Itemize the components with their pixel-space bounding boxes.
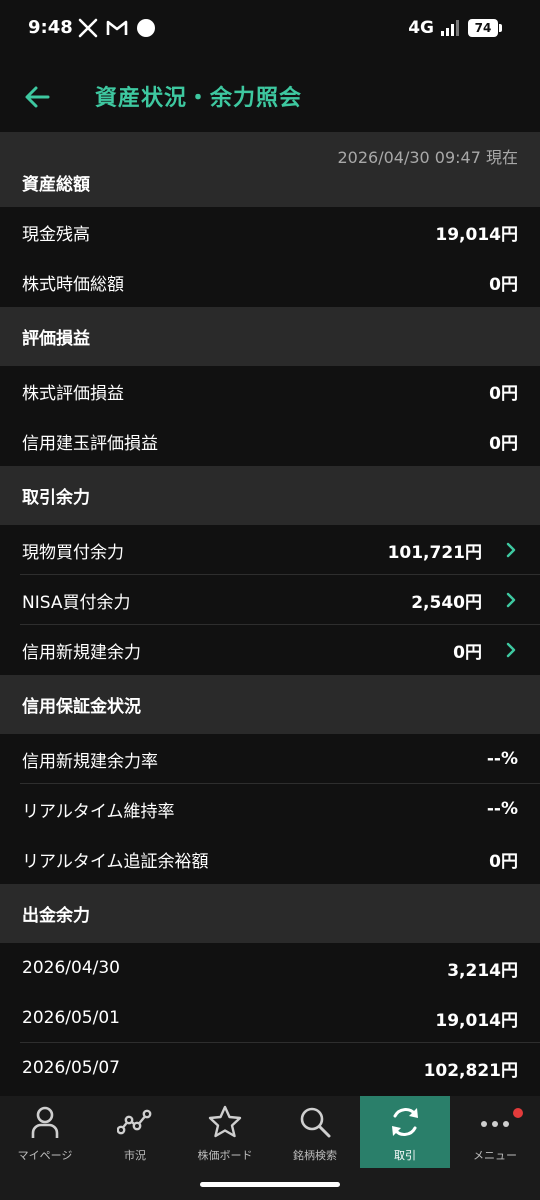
row-withdraw-date: 2026/05/07 102,821円 <box>0 1043 540 1093</box>
row-label: 2026/05/07 <box>22 1058 120 1078</box>
nav-label: 銘柄検索 <box>293 1149 337 1162</box>
section-title: 評価損益 <box>22 329 90 349</box>
x-logo-icon <box>78 18 98 38</box>
timestamp: 2026/04/30 09:47 現在 <box>337 148 518 167</box>
row-nisa-buying-power[interactable]: NISA買付余力 2,540円 <box>0 575 540 625</box>
status-bar: 9:48 4G 74 <box>0 0 540 60</box>
row-label: 信用新規建余力率 <box>22 751 158 772</box>
row-label: NISA買付余力 <box>22 592 131 613</box>
row-value: 0円 <box>489 851 518 872</box>
page-title: 資産状況・余力照会 <box>95 86 303 111</box>
chevron-right-icon <box>506 642 516 658</box>
battery-icon: 74 <box>468 19 502 37</box>
row-value: 0円 <box>489 383 518 404</box>
row-withdraw-date: 2026/05/01 19,014円 <box>0 993 540 1043</box>
row-realtime-maintenance-rate: リアルタイム維持率 --% <box>0 784 540 834</box>
nav-label: 取引 <box>394 1149 416 1162</box>
row-stock-market-value: 株式時価総額 0円 <box>0 257 540 307</box>
row-value: 101,721円 <box>387 542 482 563</box>
timestamp-row: 2026/04/30 09:47 現在 <box>0 132 540 170</box>
row-value: 19,014円 <box>435 224 518 245</box>
row-value: 102,821円 <box>423 1060 518 1081</box>
app-header: 資産状況・余力照会 <box>0 60 540 132</box>
nav-label: マイページ <box>17 1149 73 1162</box>
content-area[interactable]: 2026/04/30 09:47 現在 資産総額 現金残高 19,014円 株式… <box>0 132 540 1096</box>
row-value: --% <box>486 799 518 819</box>
row-value: 0円 <box>489 274 518 295</box>
row-margin-new-power[interactable]: 信用新規建余力 0円 <box>0 625 540 675</box>
section-title: 取引余力 <box>22 488 90 508</box>
row-label: 現物買付余力 <box>22 542 124 563</box>
row-cash-balance: 現金残高 19,014円 <box>0 207 540 257</box>
row-label: 株式評価損益 <box>22 383 124 404</box>
row-label: 2026/04/30 <box>22 958 120 978</box>
chevron-right-icon <box>506 592 516 608</box>
nav-label: メニュー <box>473 1149 517 1162</box>
section-title: 信用保証金状況 <box>22 697 141 717</box>
search-icon <box>300 1107 331 1138</box>
row-label: 信用建玉評価損益 <box>22 433 158 454</box>
row-margin-pnl: 信用建玉評価損益 0円 <box>0 416 540 466</box>
nav-item-stock-search[interactable]: 銘柄検索 <box>270 1096 360 1168</box>
row-label: リアルタイム維持率 <box>22 801 175 822</box>
row-value: 19,014円 <box>435 1010 518 1031</box>
status-time: 9:48 <box>28 17 73 38</box>
row-value: 3,214円 <box>447 960 518 981</box>
row-label: 現金残高 <box>22 224 90 245</box>
section-title: 出金余力 <box>22 906 90 926</box>
person-icon <box>31 1106 59 1138</box>
row-margin-new-rate: 信用新規建余力率 --% <box>0 734 540 784</box>
row-label: リアルタイム追証余裕額 <box>22 851 209 872</box>
row-label: 2026/05/01 <box>22 1008 120 1028</box>
nav-item-menu[interactable]: メニュー <box>450 1096 540 1168</box>
row-value: 0円 <box>489 433 518 454</box>
section-header-withdrawable: 出金余力 <box>0 884 540 943</box>
row-value: --% <box>486 749 518 769</box>
section-header-margin-deposit: 信用保証金状況 <box>0 675 540 734</box>
home-indicator <box>200 1182 340 1187</box>
back-arrow-icon[interactable] <box>22 82 52 112</box>
nav-item-stock-board[interactable]: 株価ボード <box>180 1096 270 1168</box>
mail-icon <box>106 20 128 35</box>
row-withdraw-date: 2026/04/30 3,214円 <box>0 943 540 993</box>
nav-item-mypage[interactable]: マイページ <box>0 1096 90 1168</box>
battery-level: 74 <box>468 19 498 37</box>
market-graph-icon <box>117 1109 152 1135</box>
nav-item-trade[interactable]: 取引 <box>360 1096 450 1168</box>
section-header-pnl: 評価損益 <box>0 307 540 366</box>
row-label: 株式時価総額 <box>22 274 124 295</box>
notification-icons <box>78 18 156 38</box>
row-realtime-margin-call-buffer: リアルタイム追証余裕額 0円 <box>0 834 540 884</box>
notification-dot <box>513 1108 523 1118</box>
row-value: 2,540円 <box>411 592 482 613</box>
status-right: 4G 74 <box>408 18 502 38</box>
chevron-right-icon <box>506 542 516 558</box>
star-icon <box>208 1105 242 1138</box>
nav-label: 市況 <box>124 1149 146 1162</box>
nav-label: 株価ボード <box>197 1149 253 1162</box>
more-dots-icon <box>481 1121 509 1127</box>
row-cash-buying-power[interactable]: 現物買付余力 101,721円 <box>0 525 540 575</box>
section-header-assets: 資産総額 <box>0 170 540 207</box>
circle-notification-icon <box>137 19 155 37</box>
section-title: 資産総額 <box>22 175 90 195</box>
network-type: 4G <box>408 18 434 38</box>
row-stock-pnl: 株式評価損益 0円 <box>0 366 540 416</box>
row-value: 0円 <box>453 642 482 663</box>
nav-item-market[interactable]: 市況 <box>90 1096 180 1168</box>
trade-cycle-icon <box>392 1108 418 1136</box>
signal-icon <box>441 20 459 36</box>
section-header-trading-power: 取引余力 <box>0 466 540 525</box>
row-label: 信用新規建余力 <box>22 642 141 663</box>
